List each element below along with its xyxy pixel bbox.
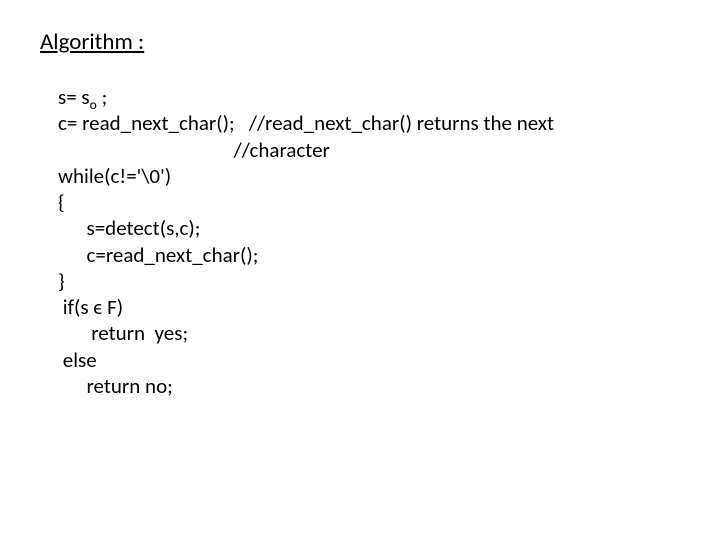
code-line-9: if(s ϵ F) xyxy=(58,294,123,320)
code-line-12: return no; xyxy=(58,373,173,399)
code-line-2: c= read_next_char(); //read_next_char() … xyxy=(58,110,554,136)
code-line-7: c=read_next_char(); xyxy=(58,242,258,268)
code-line-11: else xyxy=(58,347,97,373)
code-line-8: } xyxy=(58,268,65,294)
code-line-10: return yes; xyxy=(58,320,188,346)
algorithm-code: s= so ; c= read_next_char(); //read_next… xyxy=(58,84,680,399)
code-line-6: s=detect(s,c); xyxy=(58,215,200,241)
code-line-3: //character xyxy=(58,137,330,163)
code-line-1b: ; xyxy=(97,84,107,110)
code-line-5: { xyxy=(58,189,65,215)
code-line-1a: s= s xyxy=(58,84,90,110)
slide-title: Algorithm : xyxy=(40,28,680,56)
code-line-4: while(c!='\0') xyxy=(58,163,171,189)
slide: Algorithm : s= so ; c= read_next_char();… xyxy=(0,0,720,540)
